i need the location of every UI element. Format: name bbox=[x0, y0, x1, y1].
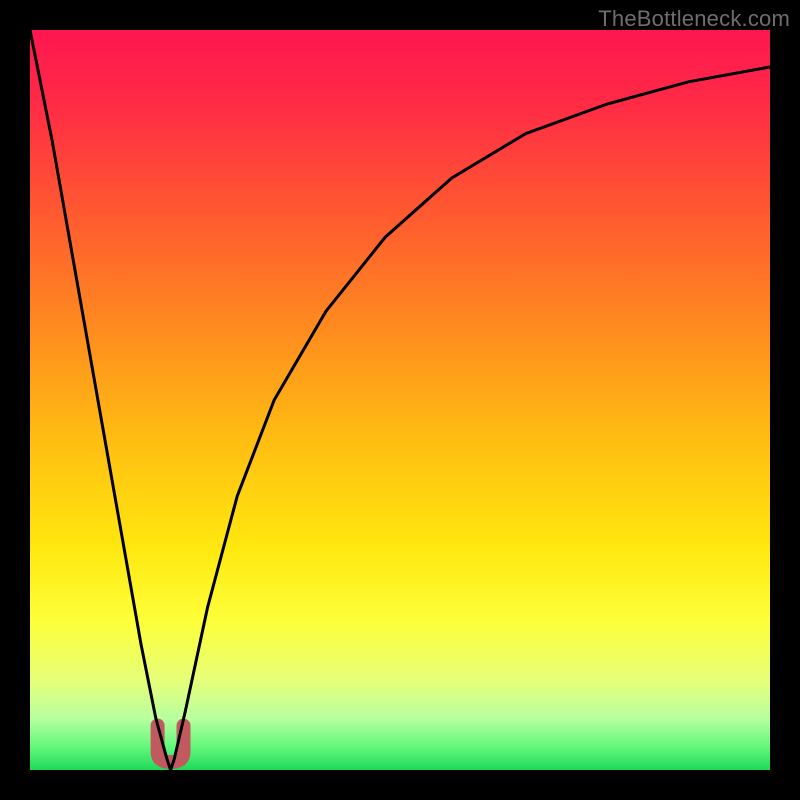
watermark-text: TheBottleneck.com bbox=[598, 6, 790, 32]
curve-layer bbox=[30, 30, 770, 770]
chart-frame: TheBottleneck.com bbox=[0, 0, 800, 800]
plot-area bbox=[30, 30, 770, 770]
bottleneck-curve bbox=[30, 30, 770, 770]
